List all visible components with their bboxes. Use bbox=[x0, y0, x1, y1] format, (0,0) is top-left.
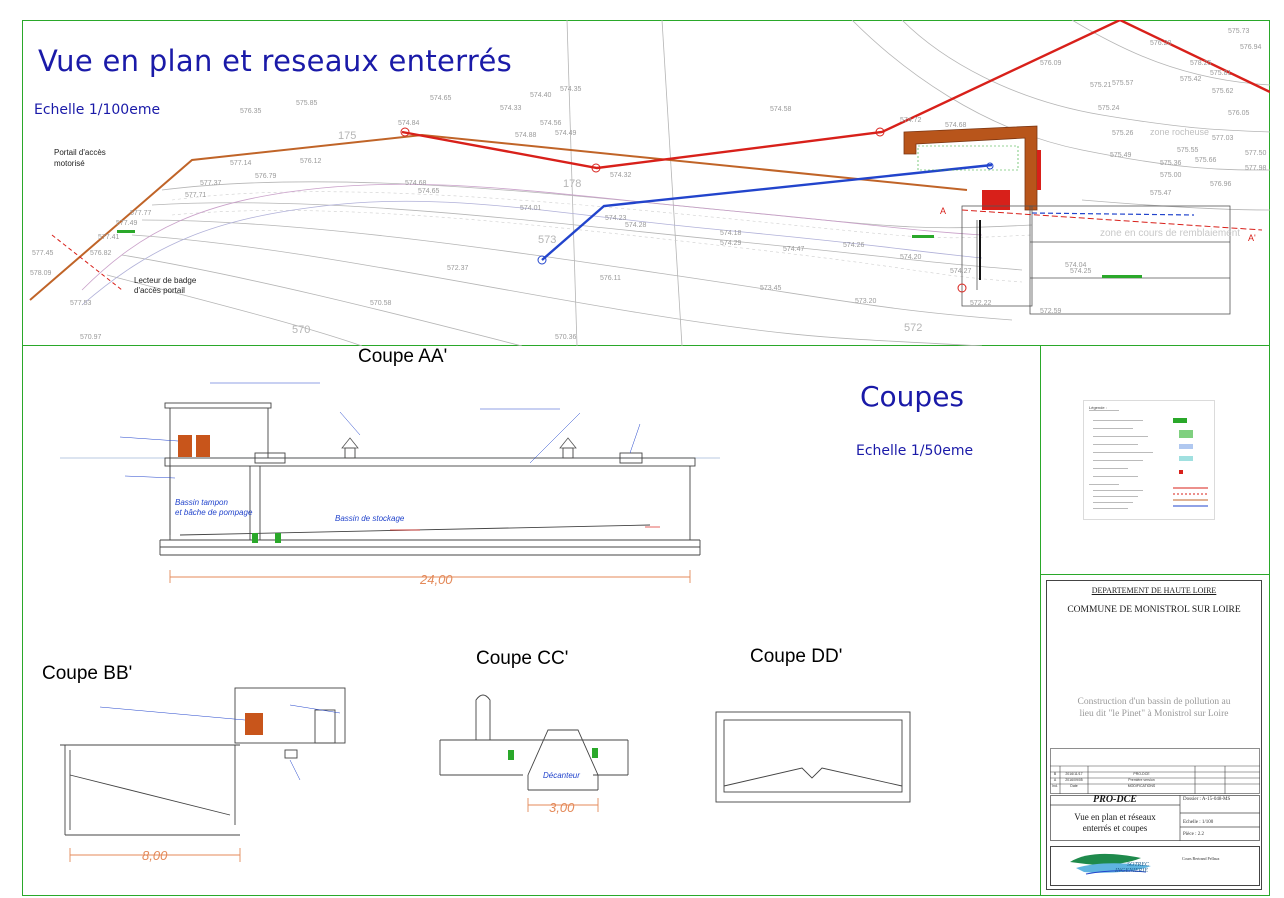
red-network-line bbox=[401, 20, 1121, 170]
coupe-dd-label: Coupe DD' bbox=[750, 646, 843, 667]
pompage-label-line: et bâche de pompage bbox=[175, 508, 253, 517]
revision-objet: MODIFICATIONS bbox=[1127, 784, 1156, 788]
cc-section bbox=[439, 694, 629, 791]
coupe-bb-dimension: 8,00 bbox=[142, 848, 168, 863]
revision-indice: Ind. bbox=[1052, 784, 1058, 788]
coupe-aa-pompage-label: Bassin tampon et bâche de pompage bbox=[175, 498, 252, 518]
pumps bbox=[178, 435, 210, 457]
company-name-line: INGENIERIE bbox=[1115, 868, 1148, 874]
coupe-bb-drawing bbox=[60, 687, 346, 862]
annotation-leaders bbox=[119, 382, 641, 479]
portail-label: Portail d'accès motorisé bbox=[54, 147, 106, 169]
echelle-label: Echelle : 1/100 bbox=[1183, 820, 1214, 825]
contour-label: 175 bbox=[338, 130, 357, 142]
coupe-aa-bassin-label: Bassin de stockage bbox=[335, 514, 405, 523]
contour-label: 570 bbox=[292, 324, 311, 336]
coupe-aa-dimension: 24,00 bbox=[420, 572, 453, 587]
coupes-title: Coupes bbox=[860, 380, 965, 413]
blue-network-line bbox=[1031, 212, 1195, 216]
pompage-label-line: Bassin tampon bbox=[175, 498, 228, 507]
coupes-scale: Echelle 1/50eme bbox=[856, 443, 974, 459]
project-title-line: lieu dit "le Pinet" à Monistrol sur Loir… bbox=[1079, 709, 1229, 719]
contour-label: 573 bbox=[538, 234, 557, 246]
revision-date: Date bbox=[1070, 784, 1078, 788]
plan-title: Vue en plan et reseaux enterrés bbox=[38, 44, 513, 78]
road-edges bbox=[171, 191, 1033, 283]
portail-label-line: Portail d'accès bbox=[54, 148, 106, 157]
lecteur-label: Lecteur de badge d'accès portail bbox=[134, 276, 196, 296]
lecteur-label-line: Lecteur de badge bbox=[134, 276, 197, 285]
vents bbox=[341, 437, 577, 449]
blue-network-line bbox=[541, 163, 993, 261]
company-address: Cours Bertrand Pellaux bbox=[1182, 856, 1220, 861]
plan-scale: Echelle 1/100eme bbox=[34, 102, 161, 118]
title-block-inner bbox=[1046, 580, 1262, 890]
revision-row-header: Ind. Date MODIFICATIONS bbox=[1050, 783, 1260, 789]
revision-row: B 2016/11/17 PRO-DCE A 2016/09/05 Premiè… bbox=[1050, 771, 1260, 789]
section-arrows bbox=[961, 209, 1263, 231]
dossier-label: Dossier : A-15-048-MS bbox=[1183, 797, 1231, 802]
dd-section bbox=[715, 711, 911, 803]
manholes bbox=[400, 127, 967, 293]
sheet-title-line: enterrés et coupes bbox=[1082, 823, 1148, 833]
commune-label: COMMUNE DE MONISTROL SUR LOIRE bbox=[1067, 605, 1241, 615]
project-title-line: Construction d'un bassin de pollution au bbox=[1077, 697, 1231, 707]
bb-section bbox=[60, 687, 346, 836]
section-mark-a-prime: A' bbox=[1248, 233, 1256, 243]
bb-pump bbox=[245, 713, 263, 735]
phase-label: PRO-DCE bbox=[1093, 794, 1137, 805]
basin-plan bbox=[961, 205, 1231, 315]
zone-remblai-label: zone en cours de remblaiement bbox=[1100, 228, 1241, 239]
cc-valves bbox=[508, 748, 598, 760]
departement-label: DEPARTEMENT DE HAUTE LOIRE bbox=[1091, 586, 1217, 595]
coupe-dd-drawing bbox=[715, 711, 911, 803]
coupe-cc-label: Coupe CC' bbox=[476, 648, 569, 669]
legend-title: Légende : bbox=[1089, 405, 1107, 410]
coupe-cc-dimension: 3,00 bbox=[549, 800, 575, 815]
company-name: SOTREC INGENIERIE bbox=[1115, 862, 1149, 874]
contour-label: 178 bbox=[563, 178, 582, 190]
lecteur-label-line: d'accès portail bbox=[134, 286, 185, 295]
basin-section bbox=[159, 402, 701, 556]
green-valves bbox=[252, 533, 281, 543]
piece-label: Pièce : 2.2 bbox=[1183, 832, 1204, 837]
bb-leaders bbox=[99, 704, 341, 781]
zone-rocheuse-label: zone rocheuse bbox=[1150, 127, 1210, 137]
sheet-title-line: Vue en plan et réseaux bbox=[1074, 812, 1156, 822]
contour-label: 572 bbox=[904, 322, 923, 334]
coupe-cc-decanteur-label: Décanteur bbox=[543, 771, 580, 780]
coupe-aa-drawing bbox=[60, 382, 720, 583]
section-mark-a: A bbox=[940, 206, 947, 216]
coupe-cc-drawing bbox=[439, 694, 629, 812]
sheet-title: Vue en plan et réseaux enterrés et coupe… bbox=[1050, 812, 1180, 834]
road-line bbox=[81, 183, 983, 291]
coupe-aa-label: Coupe AA' bbox=[358, 346, 448, 367]
project-title: Construction d'un bassin de pollution au… bbox=[1046, 696, 1262, 720]
basin-black-line bbox=[979, 220, 981, 280]
portail-label-line: motorisé bbox=[54, 159, 85, 168]
legend-box bbox=[1083, 400, 1215, 520]
